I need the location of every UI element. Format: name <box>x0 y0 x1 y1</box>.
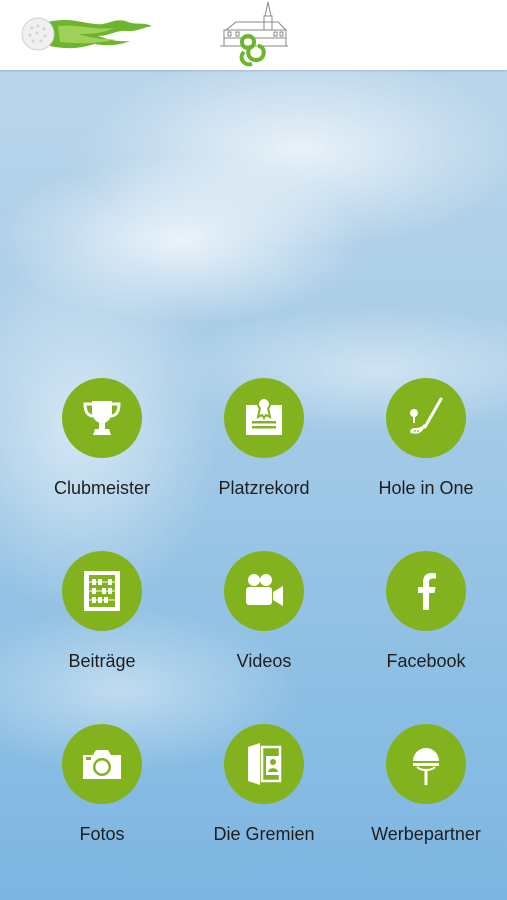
tile-beitraege[interactable]: Beiträge <box>21 551 183 711</box>
tile-label: Hole in One <box>378 478 474 498</box>
tile-icon-circle <box>386 378 466 458</box>
facebook-icon <box>418 573 436 610</box>
tile-icon-circle <box>224 724 304 804</box>
trophy-icon <box>83 401 121 435</box>
golf-ball-flame-logo[interactable] <box>18 12 158 56</box>
tile-label: Videos <box>236 651 292 671</box>
tile-facebook[interactable]: Facebook <box>345 551 507 711</box>
tile-hole-in-one[interactable]: Hole in One <box>345 378 507 538</box>
menu-grid: Clubmeister Platzrekord Hole in One Beit… <box>21 378 507 884</box>
tile-label: Die Gremien <box>213 824 315 844</box>
tile-label: Werbepartner <box>371 824 481 844</box>
video-camera-icon <box>246 574 283 606</box>
tile-videos[interactable]: Videos <box>183 551 345 711</box>
camera-icon <box>83 750 121 779</box>
app-header <box>0 0 507 70</box>
tile-fotos[interactable]: Fotos <box>21 724 183 884</box>
tile-icon-circle <box>62 724 142 804</box>
club-crest-logo[interactable] <box>218 0 290 70</box>
tile-label: Beiträge <box>68 651 136 671</box>
tile-label: Facebook <box>386 651 466 671</box>
certificate-icon <box>246 397 282 435</box>
tile-werbepartner[interactable]: Werbepartner <box>345 724 507 884</box>
tile-die-gremien[interactable]: Die Gremien <box>183 724 345 884</box>
tile-icon-circle <box>62 551 142 631</box>
tile-label: Platzrekord <box>218 478 310 498</box>
tile-icon-circle <box>224 551 304 631</box>
tile-clubmeister[interactable]: Clubmeister <box>21 378 183 538</box>
tile-icon-circle <box>224 378 304 458</box>
tile-label: Clubmeister <box>53 478 151 498</box>
tile-label: Fotos <box>79 824 125 844</box>
abacus-icon <box>84 571 120 611</box>
golf-club-icon <box>410 397 443 434</box>
lollipop-icon <box>413 748 439 785</box>
contact-card-icon <box>248 743 282 785</box>
tile-platzrekord[interactable]: Platzrekord <box>183 378 345 538</box>
tile-icon-circle <box>386 551 466 631</box>
tile-icon-circle <box>386 724 466 804</box>
tile-icon-circle <box>62 378 142 458</box>
